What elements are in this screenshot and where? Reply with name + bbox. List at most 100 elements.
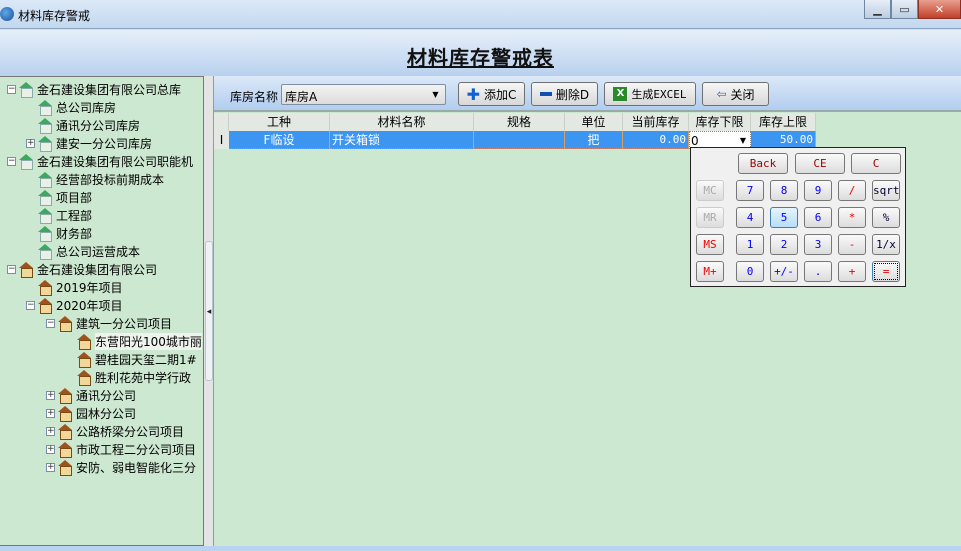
house-icon — [37, 100, 53, 116]
calc-key[interactable]: 2 — [770, 234, 798, 255]
calc-key[interactable]: 7 — [736, 180, 764, 201]
min-stock-value: 0 — [691, 134, 699, 148]
tree-item[interactable]: 通讯分公司 — [57, 386, 136, 404]
house-icon — [37, 190, 53, 206]
calc-key[interactable]: 6 — [804, 207, 832, 228]
calc-key[interactable]: 4 — [736, 207, 764, 228]
tree-item[interactable]: 工程部 — [37, 206, 92, 224]
tree-item[interactable]: 东营阳光100城市丽 — [76, 332, 202, 350]
tree-item[interactable]: 建筑一分公司项目 — [57, 314, 172, 332]
calc-key[interactable]: MC — [696, 180, 724, 201]
window-title: 材料库存警戒 — [18, 9, 91, 23]
calc-key[interactable]: / — [838, 180, 866, 201]
column-header[interactable]: 工种 — [229, 113, 330, 131]
calc-key[interactable]: sqrt — [872, 180, 900, 201]
calc-key[interactable]: % — [872, 207, 900, 228]
calc-key[interactable]: = — [872, 261, 900, 282]
cell-material-name[interactable]: 开关箱锁 — [330, 131, 474, 149]
tree-item-label: 碧桂园天玺二期1# — [95, 352, 197, 367]
calc-key[interactable]: 8 — [770, 180, 798, 201]
tree-item[interactable]: 2019年项目 — [37, 278, 123, 296]
calc-key[interactable]: M+ — [696, 261, 724, 282]
house-icon — [57, 406, 73, 422]
cell-unit[interactable]: 把 — [565, 131, 623, 149]
calc-key[interactable]: * — [838, 207, 866, 228]
column-header[interactable]: 库存上限 — [751, 113, 816, 131]
column-header[interactable]: 材料名称 — [330, 113, 474, 131]
app-logo-icon — [0, 7, 14, 21]
tree-item[interactable]: 安防、弱电智能化三分 — [57, 458, 196, 476]
calc-key[interactable]: 9 — [804, 180, 832, 201]
calc-key[interactable]: 0 — [736, 261, 764, 282]
calculator-popup: Back CE C MC MR MS M+ 7 8 9 / sqrt 4 5 6 *% 1 2 3-1/x 0 +/-.… — [690, 147, 906, 287]
collapse-icon[interactable]: − — [7, 157, 16, 166]
chevron-down-icon[interactable]: ▼ — [428, 87, 443, 102]
tree-item[interactable]: 园林分公司 — [57, 404, 136, 422]
tree-item[interactable]: 总公司库房 — [37, 98, 116, 116]
calc-key[interactable]: MS — [696, 234, 724, 255]
calc-key[interactable]: 1 — [736, 234, 764, 255]
tree-item[interactable]: 市政工程二分公司项目 — [57, 440, 196, 458]
column-header[interactable]: 库存下限 — [689, 113, 751, 131]
house-icon — [76, 370, 92, 386]
calc-key[interactable]: . — [804, 261, 832, 282]
cell-work-type[interactable]: F临设 — [229, 131, 330, 149]
tree-item[interactable]: 公路桥梁分公司项目 — [57, 422, 184, 440]
export-excel-button[interactable]: X 生成EXCEL — [604, 82, 696, 106]
collapse-panel-button[interactable]: ◂ — [205, 241, 213, 381]
maximize-button[interactable]: ▭ — [891, 0, 918, 19]
cell-current-stock[interactable]: 0.00 — [623, 131, 689, 149]
collapse-icon[interactable]: − — [46, 319, 55, 328]
expand-icon[interactable]: + — [46, 463, 55, 472]
row-indicator[interactable]: I — [214, 131, 229, 149]
close-window-button[interactable]: ✕ — [918, 0, 961, 19]
tree-item[interactable]: 财务部 — [37, 224, 92, 242]
tree-item-label: 东营阳光100城市丽 — [95, 332, 202, 350]
tree-item[interactable]: 金石建设集团有限公司 — [18, 260, 157, 278]
page-header: 材料库存警戒表 — [0, 30, 961, 76]
minimize-button[interactable]: ▁ — [864, 0, 891, 19]
tree-item-label: 金石建设集团有限公司总库 — [37, 82, 182, 97]
tree-item[interactable]: 总公司运营成本 — [37, 242, 140, 260]
tree-item[interactable]: 碧桂园天玺二期1# — [76, 350, 197, 368]
add-button[interactable]: ✚ 添加C — [458, 82, 525, 106]
calc-key[interactable]: 5 — [770, 207, 798, 228]
column-header[interactable]: 单位 — [565, 113, 623, 131]
page-title: 材料库存警戒表 — [407, 46, 554, 70]
cell-spec[interactable] — [474, 131, 565, 149]
expand-icon[interactable]: + — [46, 391, 55, 400]
tree-item[interactable]: 通讯分公司库房 — [37, 116, 140, 134]
tree-item-label: 总公司库房 — [56, 100, 117, 115]
calc-key[interactable]: MR — [696, 207, 724, 228]
tree-item[interactable]: 项目部 — [37, 188, 92, 206]
expand-icon[interactable]: + — [26, 139, 35, 148]
calc-key[interactable]: C — [851, 153, 901, 174]
tree-item[interactable]: 2020年项目 — [37, 296, 123, 314]
expand-icon[interactable]: + — [46, 427, 55, 436]
close-button[interactable]: ⇦ 关闭 — [702, 82, 769, 106]
delete-button[interactable]: 删除D — [531, 82, 598, 106]
warehouse-select[interactable]: 库房A ▼ — [281, 84, 446, 105]
calc-key[interactable]: + — [838, 261, 866, 282]
calc-key[interactable]: CE — [795, 153, 845, 174]
column-header[interactable]: 当前库存 — [623, 113, 689, 131]
warehouse-tree[interactable]: − 金石建设集团有限公司总库 总公司库房 通讯分公司库房 + 建安一分公司库房 − 金石建设集… — [0, 76, 204, 546]
tree-item[interactable]: 胜利花苑中学行政 — [76, 368, 191, 386]
calc-key[interactable]: Back — [738, 153, 788, 174]
column-header[interactable]: 规格 — [474, 113, 565, 131]
expand-icon[interactable]: + — [46, 445, 55, 454]
tree-item[interactable]: 金石建设集团有限公司职能机 — [18, 152, 193, 170]
collapse-icon[interactable]: − — [7, 85, 16, 94]
expand-icon[interactable]: + — [46, 409, 55, 418]
house-icon — [18, 154, 34, 170]
tree-item[interactable]: 建安一分公司库房 — [37, 134, 152, 152]
calc-key[interactable]: 3 — [804, 234, 832, 255]
calc-key[interactable]: 1/x — [872, 234, 900, 255]
tree-item[interactable]: 金石建设集团有限公司总库 — [18, 80, 181, 98]
collapse-icon[interactable]: − — [7, 265, 16, 274]
collapse-icon[interactable]: − — [26, 301, 35, 310]
calc-key[interactable]: - — [838, 234, 866, 255]
splitter[interactable]: ◂ — [204, 76, 214, 546]
calc-key[interactable]: +/- — [770, 261, 798, 282]
tree-item[interactable]: 经营部投标前期成本 — [37, 170, 164, 188]
